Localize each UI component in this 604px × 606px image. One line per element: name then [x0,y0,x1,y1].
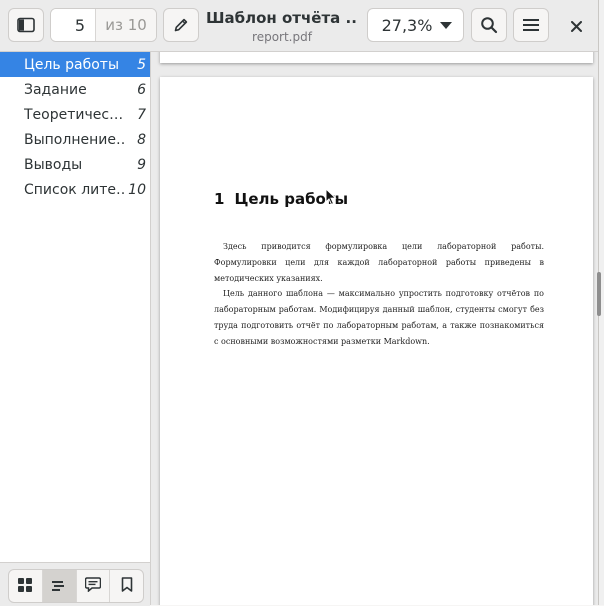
window-title-block: Шаблон отчёта ... report.pdf [206,8,358,45]
outline-item-title: Цель работы [24,56,120,73]
outline-item-page: 8 [137,131,146,148]
main-menu-button[interactable] [513,8,549,42]
outline-item[interactable]: Выполнение… 8 [0,127,150,152]
section-body: Здесь приводится формулировка цели лабор… [214,239,544,350]
outline-icon [52,577,66,596]
close-button[interactable] [565,15,587,37]
zoom-selector[interactable]: 27,3% [367,8,464,42]
outline-item[interactable]: Теоретичес… 7 [0,102,150,127]
window-subtitle: report.pdf [252,30,312,44]
pencil-icon [173,17,189,33]
paragraph: Цель данного шаблона — максимально упрос… [214,289,544,346]
header-bar: из 10 Шаблон отчёта ... report.pdf 27,3% [0,0,598,52]
outline-item-title: Выполнение… [24,131,124,148]
outline-item[interactable]: Задание 6 [0,77,150,102]
outline-item-title: Выводы [24,156,83,173]
annotate-button[interactable] [163,8,199,42]
page-selector: из 10 [50,8,157,42]
zoom-level: 27,3% [381,15,433,35]
paragraph: Здесь приводится формулировка цели лабор… [214,242,544,283]
previous-page [160,52,593,63]
bookmarks-mode-button[interactable] [110,570,143,602]
sidebar-toggle-icon [17,17,35,33]
document-view[interactable]: 1 Цель работы Здесь приводится формулиров… [151,52,598,605]
outline-item-page: 5 [137,56,146,73]
bookmarks-icon [121,576,133,596]
outline-mode-button[interactable] [42,570,77,602]
outline-item[interactable]: Выводы 9 [0,152,150,177]
close-icon [570,17,582,36]
outline-item-page: 9 [137,156,146,173]
sidebar-mode-bar [0,562,150,606]
page-number-input[interactable] [51,9,96,41]
sidebar-toggle-button[interactable] [8,8,44,42]
document-viewer-window: из 10 Шаблон отчёта ... report.pdf 27,3% [0,0,599,606]
mouse-pointer-icon [325,187,337,206]
section-number: 1 [214,190,225,208]
outline-item-title: Теоретичес… [24,106,124,123]
search-icon [480,16,498,34]
search-button[interactable] [471,8,507,42]
annotations-icon [84,576,102,596]
outline-item-page: 7 [137,106,146,123]
page-total-label: из 10 [96,9,156,41]
scrollbar-thumb[interactable] [597,272,601,316]
outline-item[interactable]: Список лите… 10 [0,177,150,202]
chevron-down-icon [440,21,452,29]
outline-item[interactable]: Цель работы 5 [0,52,150,77]
outline-item-page: 10 [128,181,146,198]
hamburger-menu-icon [523,18,539,32]
sidebar-mode-switcher [8,569,144,603]
thumbnails-icon [18,577,33,596]
thumbnails-mode-button[interactable] [9,570,43,602]
window-title: Шаблон отчёта ... [206,9,358,27]
document-page: 1 Цель работы Здесь приводится формулиров… [160,77,593,605]
outline-item-page: 6 [137,81,146,98]
sidebar: Цель работы 5 Задание 6 Теоретичес… 7 Выполнен… [0,52,151,606]
outline-item-title: Список лите… [24,181,124,198]
annotations-mode-button[interactable] [77,570,111,602]
outline-item-title: Задание [24,81,87,98]
